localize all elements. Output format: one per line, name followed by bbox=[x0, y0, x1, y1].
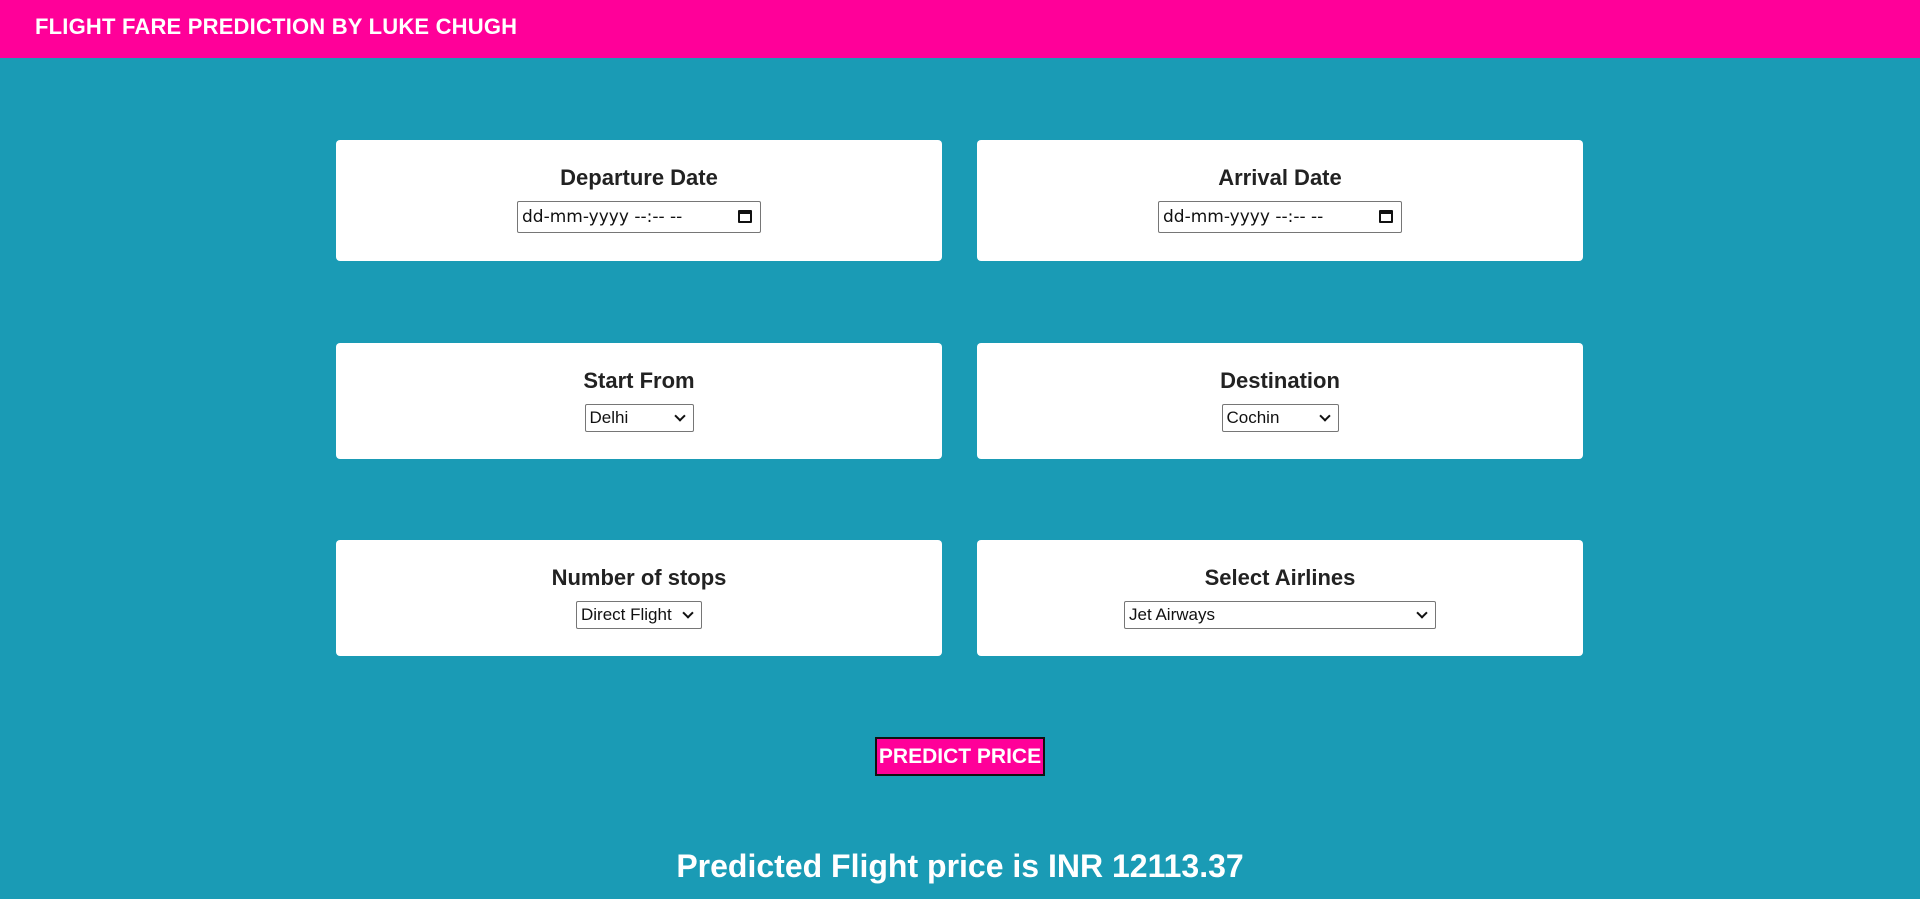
calendar-icon[interactable] bbox=[738, 210, 752, 223]
calendar-icon[interactable] bbox=[1379, 210, 1393, 223]
airline-select[interactable]: Jet Airways bbox=[1124, 601, 1436, 629]
arrival-card: Arrival Date dd-mm-yyyy --:-- -- bbox=[977, 140, 1583, 261]
top-navbar: FLIGHT FARE PREDICTION BY LUKE CHUGH bbox=[0, 0, 1920, 58]
airline-label: Select Airlines bbox=[1204, 565, 1356, 590]
chevron-down-icon bbox=[1318, 410, 1331, 422]
stops-selected-value: Direct Flight bbox=[581, 605, 672, 624]
destination-label: Destination bbox=[1220, 368, 1340, 393]
source-label: Start From bbox=[583, 368, 695, 393]
airline-card: Select Airlines Jet Airways bbox=[977, 540, 1583, 656]
source-selected-value: Delhi bbox=[589, 408, 629, 427]
departure-card: Departure Date dd-mm-yyyy --:-- -- bbox=[336, 140, 942, 261]
arrival-label: Arrival Date bbox=[1218, 165, 1342, 190]
arrival-date-input[interactable]: dd-mm-yyyy --:-- -- bbox=[1158, 201, 1402, 233]
destination-select[interactable]: Cochin bbox=[1221, 404, 1339, 432]
departure-date-input[interactable]: dd-mm-yyyy --:-- -- bbox=[517, 201, 761, 233]
prediction-result: Predicted Flight price is INR 12113.37 bbox=[676, 848, 1244, 884]
stops-card: Number of stops Direct Flight bbox=[336, 540, 942, 656]
departure-label: Departure Date bbox=[560, 165, 718, 190]
predict-price-button[interactable]: PREDICT PRICE bbox=[875, 737, 1045, 776]
arrival-date-value: dd-mm-yyyy --:-- -- bbox=[1163, 207, 1324, 227]
stops-label: Number of stops bbox=[551, 565, 727, 590]
departure-date-value: dd-mm-yyyy --:-- -- bbox=[522, 207, 683, 227]
destination-selected-value: Cochin bbox=[1226, 408, 1280, 427]
stops-select[interactable]: Direct Flight bbox=[576, 601, 702, 629]
destination-card: Destination Cochin bbox=[977, 343, 1583, 459]
source-select[interactable]: Delhi bbox=[584, 404, 694, 432]
chevron-down-icon bbox=[1416, 607, 1428, 619]
page-title[interactable]: FLIGHT FARE PREDICTION BY LUKE CHUGH bbox=[35, 14, 517, 40]
chevron-down-icon bbox=[682, 607, 694, 619]
chevron-down-icon bbox=[673, 410, 686, 422]
source-card: Start From Delhi bbox=[336, 343, 942, 459]
airline-selected-value: Jet Airways bbox=[1129, 605, 1215, 624]
